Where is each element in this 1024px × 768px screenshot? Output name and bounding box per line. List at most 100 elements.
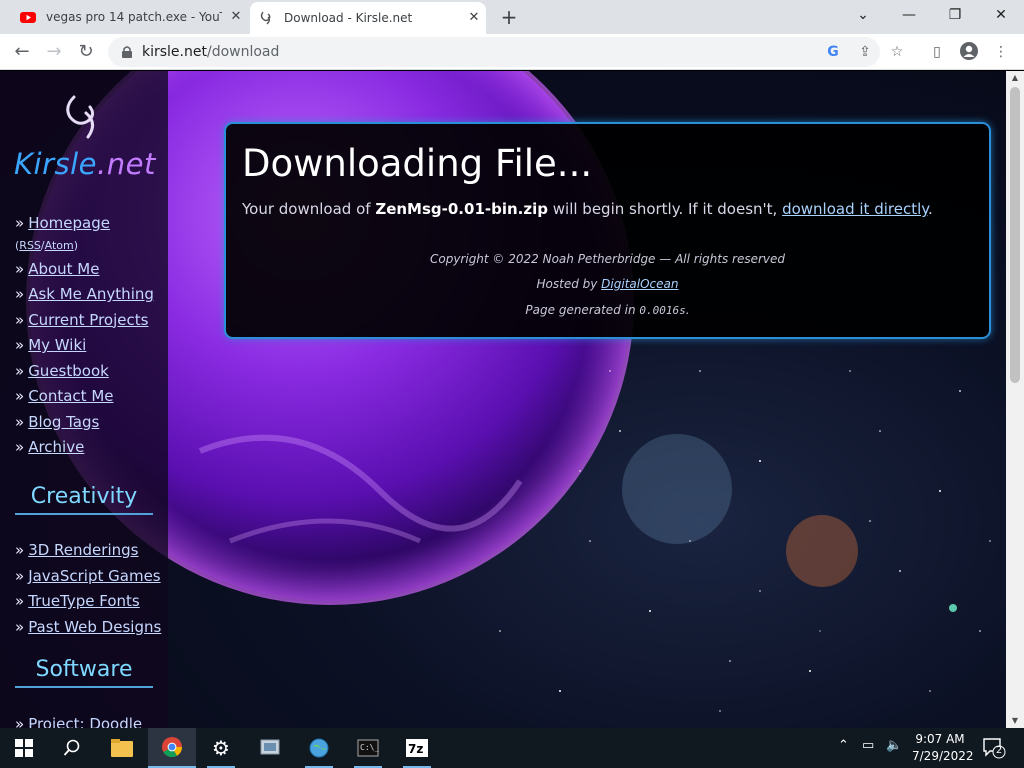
nav-item: » Project: Doodle: [15, 712, 142, 728]
nav-link-javascript-games[interactable]: JavaScript Games: [28, 567, 160, 585]
tab-download-kirsle[interactable]: Download - Kirsle.net ✕: [250, 2, 486, 34]
sidebar: Kirsle.net » Homepage (RSS/Atom) » About M…: [0, 71, 168, 728]
svg-text:7z: 7z: [408, 742, 423, 756]
scroll-down-arrow-icon[interactable]: ▼: [1006, 714, 1024, 728]
atom-link[interactable]: Atom: [45, 239, 74, 252]
site-logo-text[interactable]: Kirsle.net: [14, 147, 156, 181]
address-bar[interactable]: kirsle.net/download: [108, 37, 880, 67]
taskbar-clock[interactable]: 9:07 AM 7/29/2022: [912, 731, 974, 765]
tab-youtube[interactable]: vegas pro 14 patch.exe - YouTube ✕: [12, 0, 248, 34]
nav-item: » Blog Tags: [15, 412, 100, 431]
digitalocean-link[interactable]: DigitalOcean: [601, 277, 678, 291]
browser-tab-strip: vegas pro 14 patch.exe - YouTube ✕ Downl…: [0, 0, 1024, 34]
nav-item: » About Me: [15, 259, 100, 278]
notifications-button[interactable]: 2: [982, 737, 1006, 759]
folder-icon: [111, 739, 133, 757]
settings-button[interactable]: ⚙: [197, 728, 245, 768]
direct-download-link[interactable]: download it directly: [782, 200, 928, 218]
gear-icon: ⚙: [212, 736, 230, 760]
nav-link-about-me[interactable]: About Me: [28, 260, 99, 278]
profile-avatar-icon[interactable]: [958, 41, 980, 63]
bookmark-star-icon[interactable]: ☆: [886, 41, 908, 63]
chrome-icon: [162, 737, 183, 758]
network-icon[interactable]: ▭: [862, 738, 874, 753]
msg-prefix: Your download of: [242, 200, 376, 218]
rss-link[interactable]: RSS: [19, 239, 41, 252]
vertical-scrollbar[interactable]: ▲ ▼: [1006, 71, 1024, 728]
restore-button[interactable]: ❐: [932, 0, 978, 30]
software-nav: » Project: Doodle: [15, 712, 142, 728]
url-text: kirsle.net/download: [142, 44, 279, 60]
svg-text:C:\_: C:\_: [360, 743, 379, 752]
kirsle-logo-icon[interactable]: [60, 93, 104, 141]
notification-count: 2: [995, 745, 1003, 756]
file-explorer-button[interactable]: [98, 728, 146, 768]
nav-link-my-wiki[interactable]: My Wiki: [28, 336, 86, 354]
hosted-prefix: Hosted by: [536, 277, 602, 291]
nav-link-3d-renderings[interactable]: 3D Renderings: [28, 541, 138, 559]
menu-kebab-icon[interactable]: ⋮: [990, 41, 1012, 63]
nav-link-project-doodle[interactable]: Project: Doodle: [28, 715, 142, 728]
nav-item: » JavaScript Games: [15, 566, 161, 585]
app-button[interactable]: [295, 728, 343, 768]
7zip-button[interactable]: 7z: [393, 728, 441, 768]
7zip-icon: 7z: [406, 739, 428, 757]
site-name-part2: .net: [97, 147, 156, 181]
close-window-button[interactable]: ✕: [978, 0, 1024, 30]
nav-item: » TrueType Fonts: [15, 592, 140, 610]
nav-item: » Archive: [15, 438, 85, 456]
nav-link-truetype-fonts[interactable]: TrueType Fonts: [28, 592, 140, 610]
nav-item: » Current Projects: [15, 310, 149, 329]
hosted-by: Hosted by DigitalOcean: [226, 277, 989, 291]
nav-link-guestbook[interactable]: Guestbook: [28, 362, 109, 380]
volume-icon[interactable]: 🔈: [886, 738, 902, 753]
orange-orb: [786, 515, 858, 587]
copyright-text: Copyright © 2022 Noah Petherbridge — All…: [429, 252, 786, 266]
teal-star: [949, 604, 957, 612]
tab-title: vegas pro 14 patch.exe - YouTube: [46, 10, 222, 24]
start-button[interactable]: [0, 728, 48, 768]
minimize-button[interactable]: —: [886, 0, 932, 30]
chrome-taskbar-button[interactable]: [148, 728, 196, 768]
youtube-icon: [20, 12, 36, 23]
nav-item: » Homepage: [15, 214, 110, 232]
msg-suffix: .: [927, 200, 933, 218]
nav-item: » 3D Renderings: [15, 541, 139, 559]
nav-item: » Guestbook: [15, 361, 109, 380]
site-name-part1: Kirsle: [14, 147, 98, 181]
scroll-up-arrow-icon[interactable]: ▲: [1006, 71, 1024, 85]
command-prompt-button[interactable]: C:\_: [344, 728, 392, 768]
kirsle-logo-icon: [260, 11, 271, 25]
nav-link-past-web-designs[interactable]: Past Web Designs: [28, 618, 161, 636]
search-button[interactable]: [48, 728, 96, 768]
nav-link-ask-me-anything[interactable]: Ask Me Anything: [28, 285, 154, 303]
feed-links: (RSS/Atom): [15, 238, 79, 252]
scrollbar-thumb[interactable]: [1010, 87, 1020, 383]
reload-button[interactable]: ↻: [72, 38, 100, 66]
new-tab-button[interactable]: +: [498, 6, 520, 28]
image-viewer-icon: [260, 739, 280, 755]
web-page: Kirsle.net » Homepage (RSS/Atom) » About M…: [0, 71, 1006, 728]
clock-time: 9:07 AM: [915, 732, 965, 746]
tray-chevron-icon[interactable]: ⌃: [838, 738, 849, 753]
nav-link-homepage[interactable]: Homepage: [28, 214, 110, 232]
nav-item: » Past Web Designs: [15, 617, 162, 636]
back-button[interactable]: ←: [8, 38, 36, 66]
blue-orb: [622, 434, 732, 544]
nav-item: » My Wiki: [15, 336, 87, 354]
share-icon[interactable]: ⇪: [854, 41, 876, 63]
nav-link-contact-me[interactable]: Contact Me: [28, 387, 113, 405]
google-icon[interactable]: G: [822, 41, 844, 63]
nav-item: » Contact Me: [15, 387, 114, 405]
nav-link-blog-tags[interactable]: Blog Tags: [28, 413, 99, 431]
download-filename: ZenMsg-0.01-bin.zip: [375, 200, 548, 218]
forward-button[interactable]: →: [40, 38, 68, 66]
close-tab-icon[interactable]: ✕: [466, 10, 482, 26]
side-panel-icon[interactable]: ▯: [926, 41, 948, 63]
nav-link-current-projects[interactable]: Current Projects: [28, 311, 148, 329]
tab-search-icon[interactable]: ⌄: [840, 0, 886, 30]
app-button[interactable]: [246, 728, 294, 768]
nav-link-archive[interactable]: Archive: [28, 438, 84, 456]
lock-icon: [122, 46, 132, 58]
close-tab-icon[interactable]: ✕: [228, 9, 244, 25]
